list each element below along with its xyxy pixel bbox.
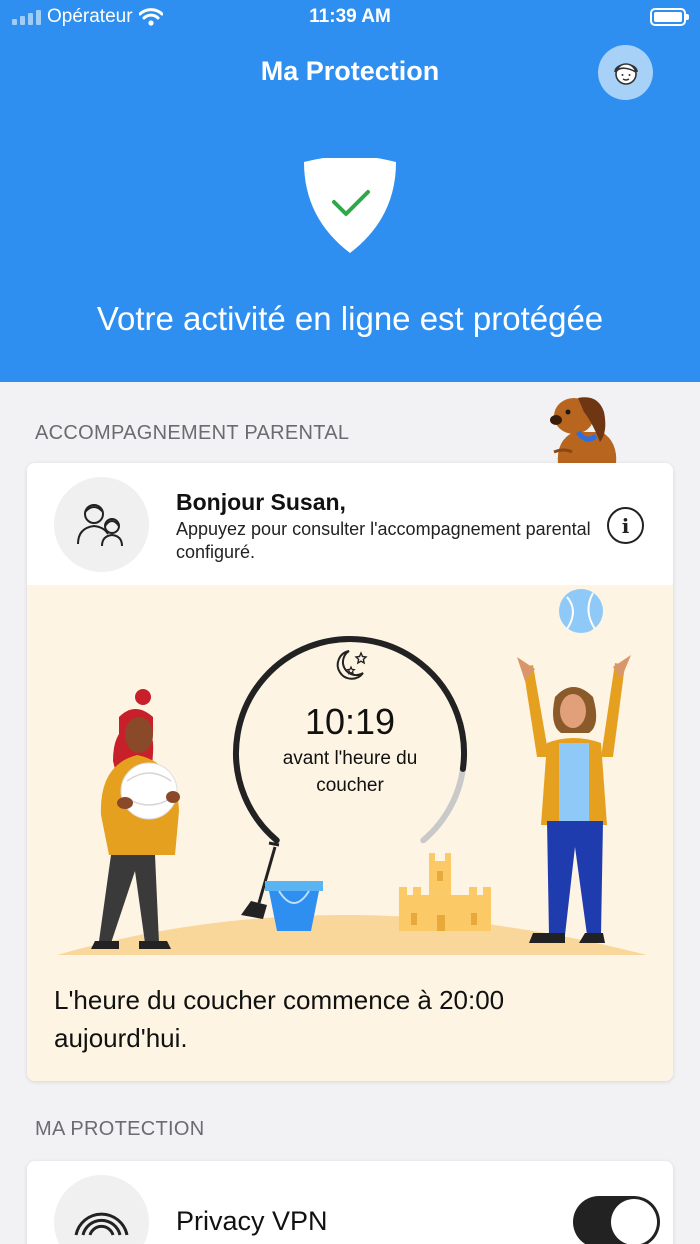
protection-status-message: Votre activité en ligne est protégée [96,300,604,337]
privacy-vpn-card[interactable]: Privacy VPN [27,1161,673,1244]
dog-illustration [550,397,617,464]
battery-icon [650,8,689,26]
status-time: 11:39 AM [309,6,391,27]
parental-card-header: Bonjour Susan, Appuyez pour consulter l'… [27,463,673,585]
vpn-signal-icon [74,1212,129,1236]
moon-stars-icon [336,650,368,680]
greeting-subtitle: Appuyez pour consulter l'accompagnement … [176,519,591,562]
vpn-toggle-knob [611,1199,657,1244]
section-label-parental: ACCOMPAGNEMENT PARENTAL [35,422,350,444]
protection-header: Opérateur 11:39 AM Ma Protection Votre a… [0,0,700,382]
avatar-icon [613,62,638,85]
sandcastle-illustration [399,853,491,931]
bedtime-note: L'heure du coucher commence à 20:00 aujo… [54,985,505,1053]
section-label-protection: MA PROTECTION [35,1118,205,1140]
status-bar: Opérateur 11:39 AM [0,0,700,36]
bedtime-countdown-label: avant l'heure du coucher [282,748,418,796]
vpn-label: Privacy VPN [176,1206,328,1236]
family-icon [76,503,123,546]
parental-guidance-card[interactable]: Bonjour Susan, Appuyez pour consulter l'… [27,463,673,1081]
vpn-icon-container [54,1175,149,1244]
child-right-illustration [517,589,631,943]
info-icon[interactable]: i [607,507,644,544]
bedtime-countdown-time: 10:19 [304,701,396,742]
shield-check-icon [304,158,396,253]
family-avatar [54,477,149,572]
bedtime-scene: 10:19 avant l'heure du coucher L'heure d… [27,585,673,1081]
vpn-toggle[interactable] [573,1196,660,1244]
page-title: Ma Protection [260,56,440,86]
greeting-text: Bonjour Susan, [176,489,346,515]
avatar-button[interactable] [598,45,653,100]
